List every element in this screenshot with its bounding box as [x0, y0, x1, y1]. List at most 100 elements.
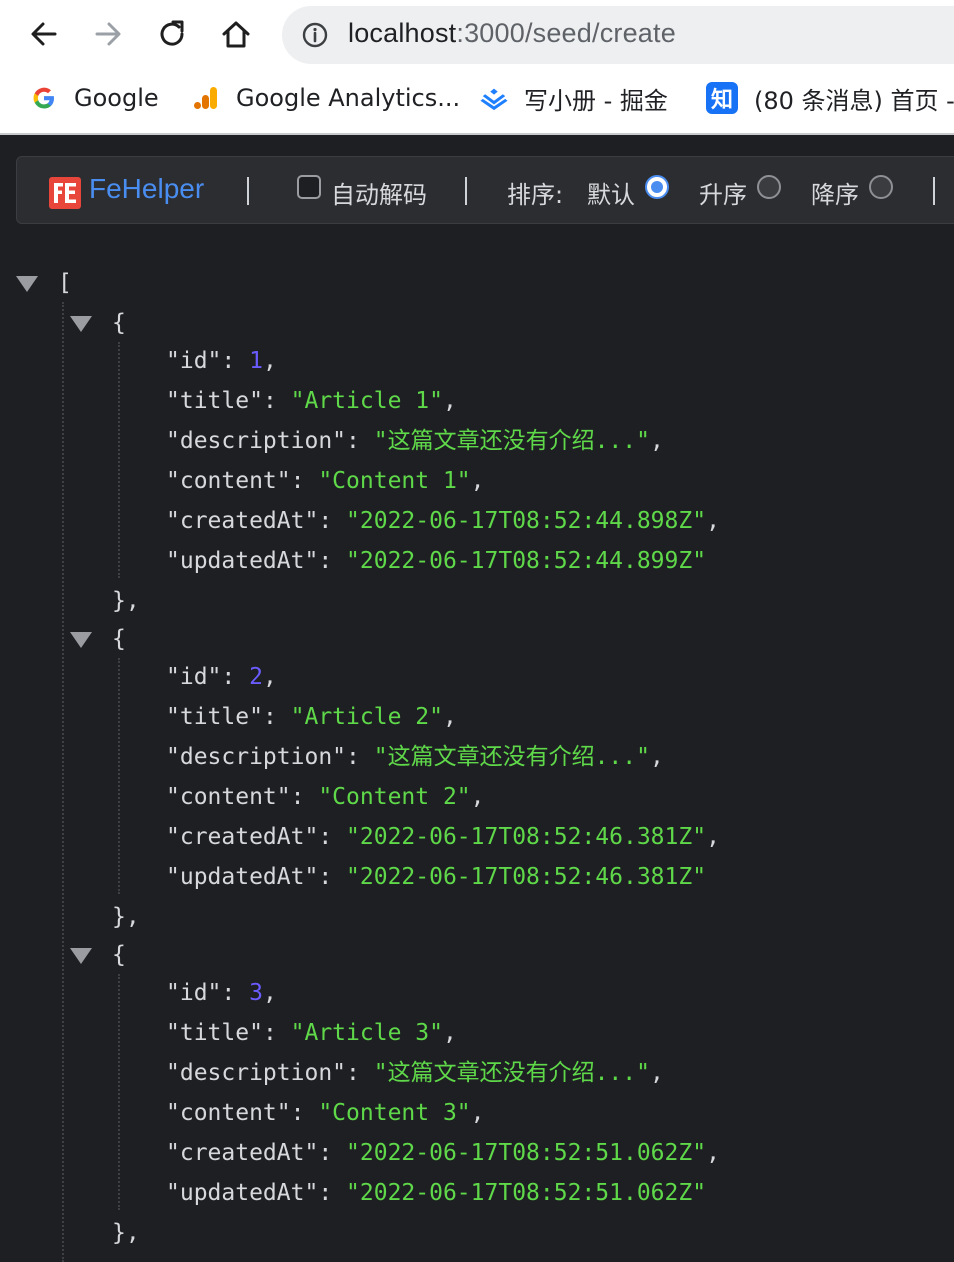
google-icon	[30, 84, 58, 112]
collapse-toggle-icon[interactable]	[16, 276, 38, 292]
address-bar[interactable]: localhost:3000/seed/create	[282, 6, 954, 64]
collapse-toggle-icon[interactable]	[70, 948, 92, 964]
json-key: "id"	[166, 348, 222, 374]
json-property-updatedAt: "updatedAt": "2022-06-17T08:52:44.899Z"	[166, 546, 706, 576]
forward-button[interactable]	[88, 14, 128, 54]
json-property-id: "id": 1,	[166, 346, 277, 376]
indent-guide	[118, 658, 120, 894]
auto-decode-checkbox[interactable]	[297, 175, 321, 199]
json-colon: :	[346, 428, 374, 454]
json-key: "updatedAt"	[166, 1180, 319, 1206]
sort-desc-label[interactable]: 降序	[811, 175, 859, 210]
json-number-value[interactable]: 1	[249, 348, 263, 374]
json-string-value[interactable]: "Content 2"	[318, 784, 470, 810]
json-property-content: "content": "Content 3",	[166, 1098, 485, 1128]
info-icon[interactable]	[302, 22, 328, 48]
sort-default-radio[interactable]	[645, 175, 669, 199]
json-property-title: "title": "Article 1",	[166, 386, 457, 416]
indent-guide	[62, 302, 64, 1262]
json-colon: :	[318, 508, 347, 534]
bookmark-google[interactable]: Google	[30, 80, 159, 116]
json-property-title: "title": "Article 2",	[166, 702, 457, 732]
bookmark-label: 写小册 - 掘金	[524, 86, 668, 115]
json-colon: :	[262, 704, 291, 730]
json-colon: :	[318, 548, 347, 574]
json-number-value[interactable]: 2	[249, 664, 263, 690]
browser-chrome: localhost:3000/seed/create Google Google…	[0, 0, 954, 135]
json-key: "title"	[166, 1020, 263, 1046]
json-string-value[interactable]: "这篇文章还没有介绍..."	[374, 428, 650, 454]
json-number-value[interactable]: 3	[249, 980, 263, 1006]
sort-asc-label[interactable]: 升序	[699, 175, 747, 210]
json-string-value[interactable]: "2022-06-17T08:52:44.899Z"	[346, 548, 706, 574]
collapse-toggle-icon[interactable]	[70, 316, 92, 332]
json-key: "createdAt"	[166, 508, 319, 534]
array-open-bracket: [	[58, 270, 72, 296]
json-key: "createdAt"	[166, 824, 319, 850]
json-string-value[interactable]: "2022-06-17T08:52:46.381Z"	[346, 864, 706, 890]
reload-icon	[160, 20, 184, 46]
json-colon: :	[290, 784, 319, 810]
json-property-title: "title": "Article 3",	[166, 1018, 457, 1048]
bookmark-google-analytics[interactable]: Google Analytics...	[192, 80, 460, 116]
json-comma: ,	[470, 1100, 485, 1126]
json-key: "createdAt"	[166, 1140, 319, 1166]
json-string-value[interactable]: "Content 1"	[318, 468, 470, 494]
json-property-content: "content": "Content 2",	[166, 782, 485, 812]
object-close-brace: },	[112, 904, 140, 930]
reload-button[interactable]	[152, 14, 192, 54]
json-colon: :	[318, 1180, 347, 1206]
json-colon: :	[318, 1140, 347, 1166]
back-button[interactable]	[24, 14, 64, 54]
auto-decode-label[interactable]: 自动解码	[331, 175, 427, 210]
json-string-value[interactable]: "这篇文章还没有介绍..."	[374, 1060, 650, 1086]
json-string-value[interactable]: "Content 3"	[318, 1100, 470, 1126]
url-text[interactable]: localhost:3000/seed/create	[348, 18, 676, 49]
collapse-toggle-icon[interactable]	[70, 632, 92, 648]
json-property-updatedAt: "updatedAt": "2022-06-17T08:52:51.062Z"	[166, 1178, 706, 1208]
json-property-description: "description": "这篇文章还没有介绍...",	[166, 426, 664, 456]
json-string-value[interactable]: "2022-06-17T08:52:46.381Z"	[346, 824, 706, 850]
json-key: "id"	[166, 664, 222, 690]
json-comma: ,	[442, 1020, 457, 1046]
json-key: "content"	[166, 468, 291, 494]
json-key: "id"	[166, 980, 222, 1006]
json-colon: :	[318, 864, 347, 890]
json-string-value[interactable]: "2022-06-17T08:52:51.062Z"	[346, 1180, 706, 1206]
json-colon: :	[221, 664, 250, 690]
json-property-description: "description": "这篇文章还没有介绍...",	[166, 1058, 664, 1088]
json-comma: ,	[262, 980, 277, 1006]
arrow-right-icon	[95, 22, 121, 46]
url-path: :3000/seed/create	[456, 18, 676, 48]
json-string-value[interactable]: "Article 2"	[291, 704, 443, 730]
bookmark-juejin[interactable]: 写小册 - 掘金	[480, 80, 668, 116]
sort-default-label[interactable]: 默认	[587, 175, 635, 210]
json-key: "description"	[166, 428, 347, 454]
object-close-brace: },	[112, 588, 140, 614]
bookmark-label: (80 条消息) 首页 -	[754, 86, 954, 115]
juejin-icon	[480, 84, 508, 112]
bookmark-zhihu[interactable]: 知 (80 条消息) 首页 -	[706, 80, 954, 116]
json-key: "description"	[166, 1060, 347, 1086]
home-icon	[222, 21, 250, 48]
json-comma: ,	[649, 428, 664, 454]
json-string-value[interactable]: "Article 3"	[291, 1020, 443, 1046]
json-comma: ,	[470, 468, 485, 494]
json-string-value[interactable]: "2022-06-17T08:52:51.062Z"	[346, 1140, 706, 1166]
json-viewer: [ {"id": 1, "title": "Article 1", "descrip…	[0, 226, 954, 1262]
object-open-brace: {	[112, 942, 126, 968]
json-colon: :	[262, 1020, 291, 1046]
json-string-value[interactable]: "这篇文章还没有介绍..."	[374, 744, 650, 770]
chrome-divider	[0, 133, 954, 135]
json-string-value[interactable]: "2022-06-17T08:52:44.898Z"	[346, 508, 706, 534]
fehelper-logo-icon	[49, 177, 81, 209]
json-key: "title"	[166, 704, 263, 730]
analytics-icon	[192, 84, 220, 112]
sort-asc-radio[interactable]	[757, 175, 781, 199]
json-comma: ,	[706, 824, 720, 850]
home-button[interactable]	[216, 14, 256, 54]
sort-desc-radio[interactable]	[869, 175, 893, 199]
json-colon: :	[318, 824, 347, 850]
fehelper-brand[interactable]: FeHelper	[89, 173, 204, 205]
json-string-value[interactable]: "Article 1"	[291, 388, 443, 414]
